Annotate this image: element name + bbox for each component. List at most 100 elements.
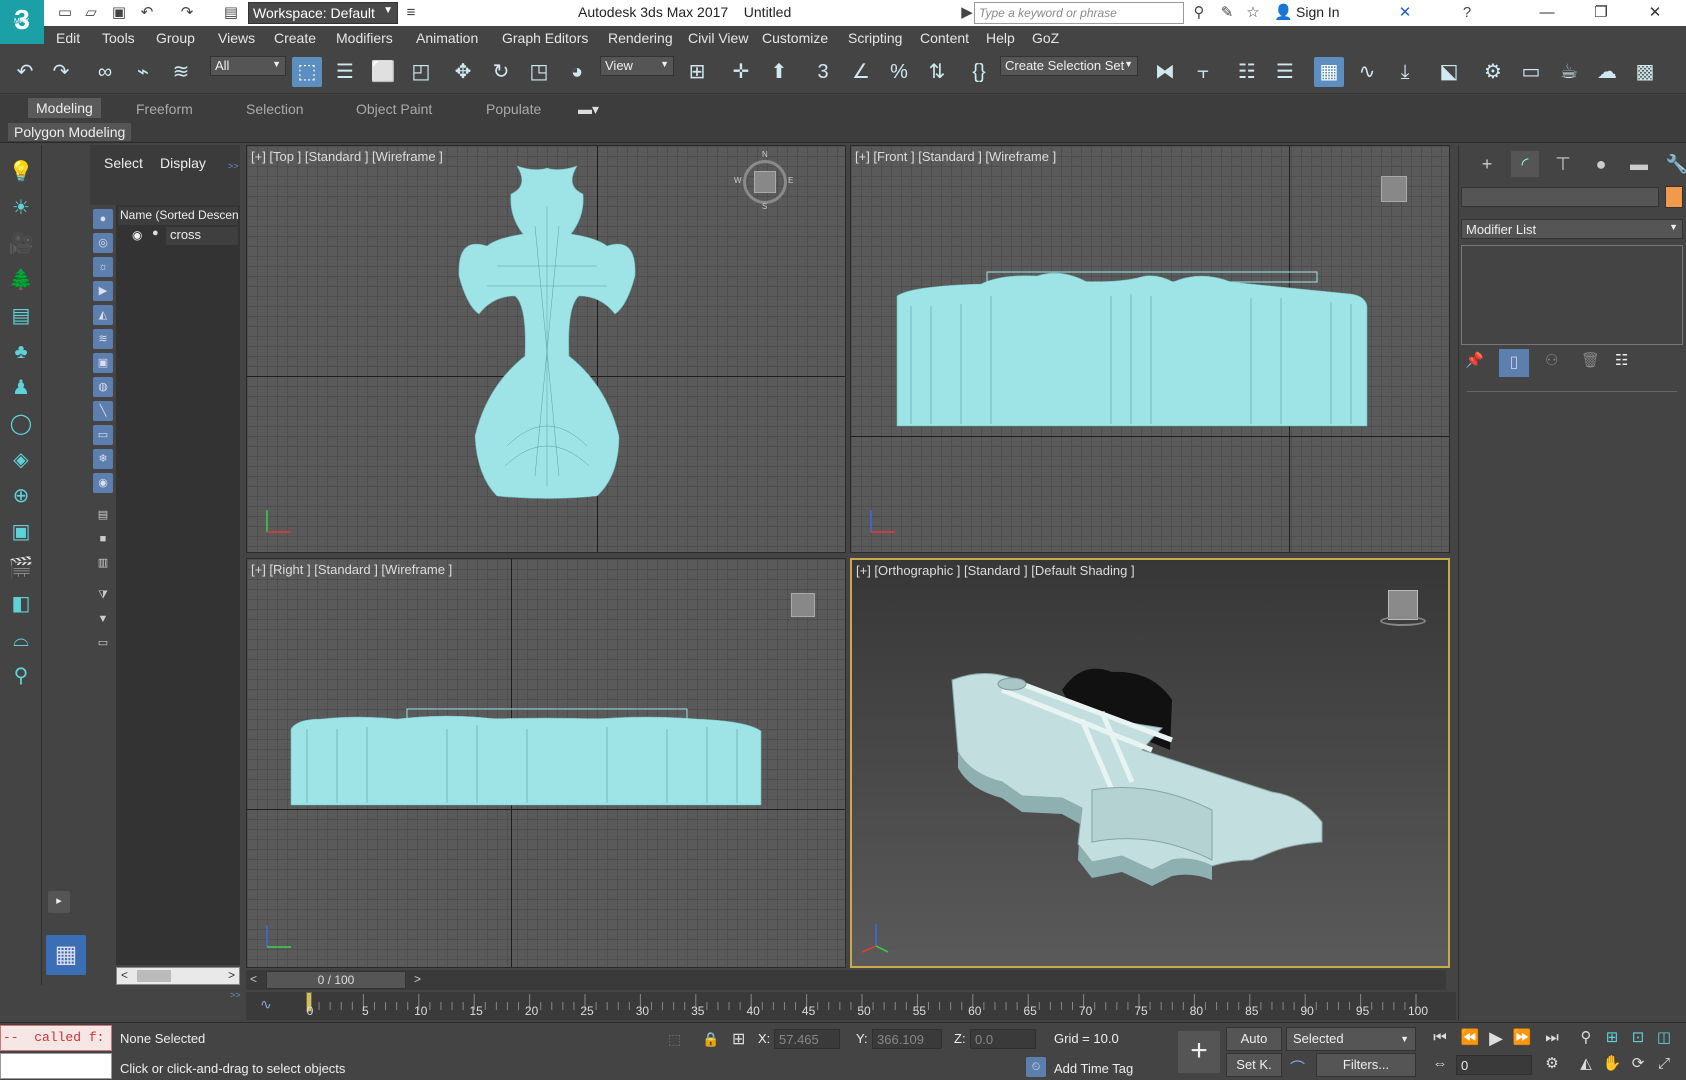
viewcube-right[interactable] [791,593,815,617]
orbit-icon[interactable]: ⟳ [1626,1053,1650,1075]
filter-shapes-icon[interactable]: ◎ [93,233,113,253]
angle-snap-icon[interactable]: ∠ [846,57,876,87]
filter-spacewarps-icon[interactable]: ≋ [93,329,113,349]
maxscript-listener[interactable]: -- called f: [0,1025,112,1051]
funnel-filter-icon[interactable]: ⧩ [93,585,113,605]
viewport-orthographic-label[interactable]: [+] [Orthographic ] [Standard ] [Default… [856,563,1135,578]
key-filters-button[interactable]: Filters... [1316,1053,1416,1077]
viewcube-front[interactable] [1381,176,1407,202]
visibility-eye-icon[interactable]: ◉ [132,228,142,242]
folder-icon[interactable]: ▭ [93,633,113,653]
overflow-icon[interactable]: ≡ [402,4,420,22]
render-in-cloud-icon[interactable]: ☁ [1592,57,1622,87]
explorer-tab-select[interactable]: Select [104,155,143,171]
sun-icon[interactable]: ☀ [6,193,36,223]
expand-panel-icon[interactable]: ▸ [48,891,70,913]
layer-explorer-icon[interactable]: ☰ [1270,57,1300,87]
toggle-ribbon-icon[interactable]: ▦ [1314,57,1344,87]
explorer-tab-display[interactable]: Display [160,155,206,171]
field-of-view-icon[interactable]: ◭ [1574,1053,1598,1075]
absolute-mode-icon[interactable]: ⊞ [732,1029,745,1049]
hierarchy-tab-icon[interactable]: ⊤ [1549,151,1577,177]
motion-tab-icon[interactable]: ● [1587,151,1615,177]
workspace-select[interactable]: Workspace: Default ▼ [248,2,398,24]
auto-key-button[interactable]: Auto [1226,1027,1282,1051]
create-tab-icon[interactable]: + [1473,151,1501,177]
list-item[interactable]: cross [166,227,238,245]
time-configuration-icon[interactable]: ⚙ [1540,1053,1564,1075]
new-file-icon[interactable]: ▭ [56,4,74,22]
filter-xrefs-icon[interactable]: ◍ [93,377,113,397]
cross-shaded-model[interactable] [852,560,1450,968]
populate-icon[interactable]: ♟ [6,373,36,403]
schematic-view-icon[interactable]: ⤓ [1390,57,1420,87]
rendered-frame-window-icon[interactable]: ▭ [1516,57,1546,87]
utilities-tab-icon[interactable]: 🔧 [1663,151,1686,177]
align-icon[interactable]: ⫟ [1188,57,1218,87]
render-frame-icon[interactable]: ▣ [6,517,36,547]
x-coord-field[interactable]: 57.465 [774,1029,840,1049]
select-by-name-icon[interactable]: ☰ [330,57,360,87]
previous-frame-icon[interactable]: ⏪ [1458,1027,1482,1049]
tree-foliage-icon[interactable]: ♣ [6,337,36,367]
tab-populate[interactable]: Populate [486,101,541,117]
set-key-button[interactable]: Set K. [1226,1053,1282,1077]
minimize-button[interactable]: — [1522,0,1572,26]
viewport-orthographic[interactable]: [+] [Orthographic ] [Standard ] [Default… [850,558,1450,968]
viewcube-top[interactable]: N S E W [734,150,793,211]
rectangular-selection-icon[interactable]: ⬜ [368,57,398,87]
spinner-snap-icon[interactable]: ⇅ [922,57,952,87]
selection-filter-dropdown[interactable]: All ▼ [210,56,286,76]
app-logo[interactable]: 3 MAX [0,0,44,44]
snaps-toggle-icon[interactable]: 3 [808,57,838,87]
cross-wireframe-front[interactable] [851,146,1450,553]
filter-lights-icon[interactable]: ☼ [93,257,113,277]
material-editor-icon[interactable]: ⬕ [1434,57,1464,87]
a360-gallery-icon[interactable]: ▩ [1630,57,1660,87]
project-folder-icon[interactable]: ▤ [222,4,240,22]
ribbon-options-icon[interactable]: ▬▾ [578,101,599,118]
snap-grid-icon[interactable]: ⊕ [6,481,36,511]
exchange-apps-icon[interactable]: ✕ [1396,4,1414,22]
default-in-out-tangent-icon[interactable]: ⌒ [1290,1057,1305,1078]
menu-views[interactable]: Views [218,30,255,46]
zoom-all-icon[interactable]: ⊞ [1600,1027,1624,1049]
window-crossing-icon[interactable]: ◰ [406,57,436,87]
show-end-result-icon[interactable]: ▯ [1499,349,1529,377]
filter-icon[interactable]: ▼ [93,609,113,629]
object-name-field[interactable] [1461,187,1659,207]
viewport-top[interactable]: [+] [Top ] [Standard ] [Wireframe ] N S … [246,145,846,553]
tab-selection[interactable]: Selection [246,101,304,117]
menu-modifiers[interactable]: Modifiers [336,30,393,46]
render-setup-icon[interactable]: ⚙ [1478,57,1508,87]
menu-edit[interactable]: Edit [56,30,80,46]
viewport-right-label[interactable]: [+] [Right ] [Standard ] [Wireframe ] [251,562,452,577]
current-frame-field[interactable]: 0 [1456,1055,1532,1075]
scroll-thumb[interactable] [137,970,171,982]
move-icon[interactable]: ✥ [448,57,478,87]
filter-bones-icon[interactable]: ╲ [93,401,113,421]
horizontal-scrollbar[interactable]: < > [116,967,240,985]
help-icon[interactable]: ? [1458,4,1476,22]
teapot-icon[interactable]: ⌓ [6,625,36,655]
rotate-icon[interactable]: ↻ [486,57,516,87]
zoom-extents-all-icon[interactable]: ◫ [1652,1027,1676,1049]
curve-editor-icon[interactable]: ∿ [1352,57,1382,87]
time-slider-thumb[interactable]: 0 / 100 [266,971,406,989]
reference-coordinate-dropdown[interactable]: View ▼ [600,56,674,76]
filter-frozen-icon[interactable]: ❄ [93,449,113,469]
track-bar[interactable]: ∿ 0 5 10 15 20 25 30 35 40 45 50 55 60 65 70 75 80 85 90 95… [246,992,1456,1020]
scene-explorer-icon[interactable]: ☷ [1232,57,1262,87]
render-production-icon[interactable]: ☕ [1554,57,1584,87]
menu-content[interactable]: Content [920,30,969,46]
restore-button[interactable]: ❐ [1576,0,1626,26]
isolate-selection-icon[interactable]: ⬚ [668,1031,681,1048]
play-icon[interactable]: ▶ [1484,1027,1508,1049]
cross-wireframe-right[interactable] [247,559,846,968]
ring-icon[interactable]: ◯ [6,409,36,439]
tab-modeling[interactable]: Modeling [28,98,101,118]
binoculars-icon[interactable]: ⚲ [1190,4,1208,22]
pan-hand-icon[interactable]: ✋ [1600,1053,1624,1075]
mirror-icon[interactable]: ⧓ [1150,57,1180,87]
modify-tab-icon[interactable]: ◜ [1511,151,1539,177]
